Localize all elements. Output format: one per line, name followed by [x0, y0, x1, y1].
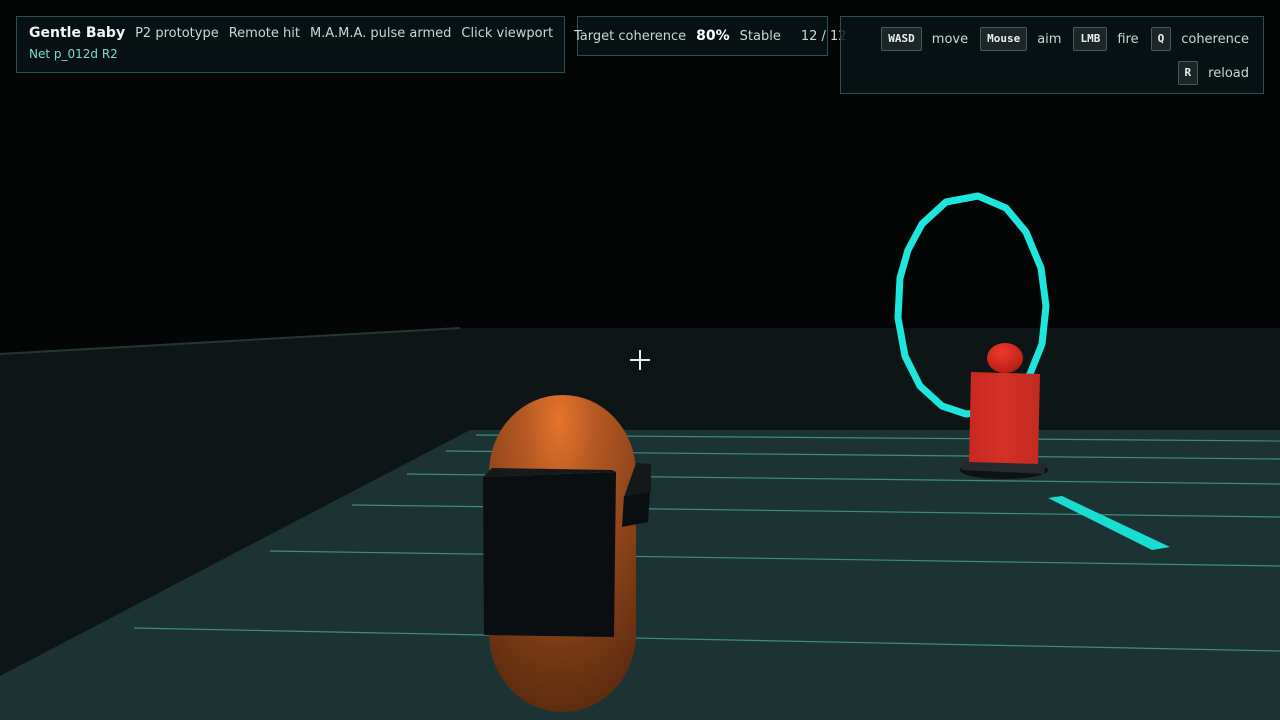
- coherence-percent: 80%: [696, 28, 730, 44]
- player-weapon: [483, 472, 616, 637]
- status-panel: Gentle Baby P2 prototype Remote hit M.A.…: [16, 16, 565, 73]
- key-q: Q: [1150, 27, 1172, 51]
- target-head: [987, 343, 1023, 373]
- controls-panel: WASD move Mouse aim LMB fire Q coherence…: [840, 16, 1264, 94]
- action-aim: aim: [1037, 31, 1062, 47]
- target-body: [969, 372, 1040, 464]
- status-tag-remote-hit: Remote hit: [228, 26, 300, 41]
- coherence-label: Target coherence: [574, 28, 687, 44]
- key-wasd: WASD: [881, 27, 922, 51]
- net-status: Net p_012d R2: [29, 47, 118, 61]
- crosshair-vertical: [639, 350, 641, 370]
- coherence-state: Stable: [739, 28, 781, 44]
- status-tag-prototype: P2 prototype: [135, 26, 219, 41]
- action-reload: reload: [1208, 65, 1249, 81]
- action-fire: fire: [1117, 31, 1139, 47]
- game-viewport[interactable]: [0, 0, 1280, 720]
- action-coherence: coherence: [1181, 31, 1249, 47]
- controls-row-2: R reload: [841, 61, 1251, 85]
- crosshair: [630, 350, 650, 370]
- status-tag-click-viewport: Click viewport: [461, 26, 554, 41]
- controls-row-1: WASD move Mouse aim LMB fire Q coherence: [841, 27, 1251, 51]
- key-r: R: [1177, 61, 1199, 85]
- coherence-panel: Target coherence 80% Stable 12 / 12: [574, 16, 847, 56]
- key-lmb: LMB: [1073, 27, 1108, 51]
- status-tag-pulse: M.A.M.A. pulse armed: [309, 26, 452, 41]
- action-move: move: [931, 31, 969, 47]
- game-title: Gentle Baby: [29, 25, 126, 41]
- key-mouse: Mouse: [980, 27, 1028, 51]
